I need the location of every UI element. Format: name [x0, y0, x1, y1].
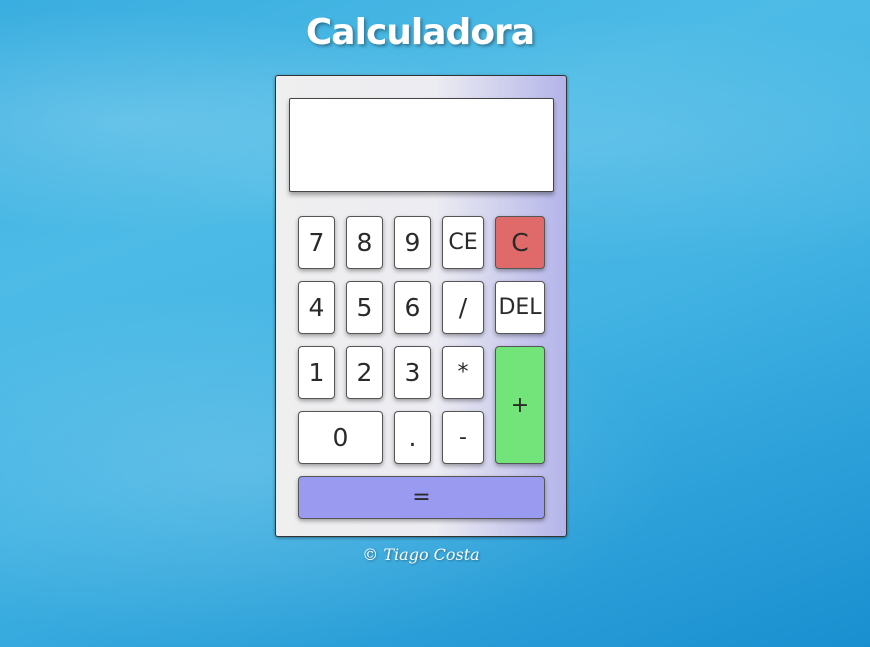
- calculator: 7 8 9 CE C 4 5 6 / DEL 1 2 3 * + 0 . - =: [275, 75, 567, 537]
- key-8-button[interactable]: 8: [346, 216, 383, 269]
- multiply-button[interactable]: *: [442, 346, 484, 399]
- key-1-button[interactable]: 1: [298, 346, 335, 399]
- key-3-button[interactable]: 3: [394, 346, 431, 399]
- minus-button[interactable]: -: [442, 411, 484, 464]
- key-0-button[interactable]: 0: [298, 411, 383, 464]
- divide-button[interactable]: /: [442, 281, 484, 334]
- key-2-button[interactable]: 2: [346, 346, 383, 399]
- key-4-button[interactable]: 4: [298, 281, 335, 334]
- clear-entry-button[interactable]: CE: [442, 216, 484, 269]
- equals-button[interactable]: =: [298, 476, 545, 519]
- copyright-footer: © Tiago Costa: [362, 545, 480, 564]
- plus-button[interactable]: +: [495, 346, 545, 464]
- decimal-point-button[interactable]: .: [394, 411, 431, 464]
- key-7-button[interactable]: 7: [298, 216, 335, 269]
- key-5-button[interactable]: 5: [346, 281, 383, 334]
- clear-button[interactable]: C: [495, 216, 545, 269]
- delete-button[interactable]: DEL: [495, 281, 545, 334]
- page-title: Calculadora: [305, 12, 535, 53]
- calculator-display: [289, 98, 554, 192]
- key-6-button[interactable]: 6: [394, 281, 431, 334]
- key-9-button[interactable]: 9: [394, 216, 431, 269]
